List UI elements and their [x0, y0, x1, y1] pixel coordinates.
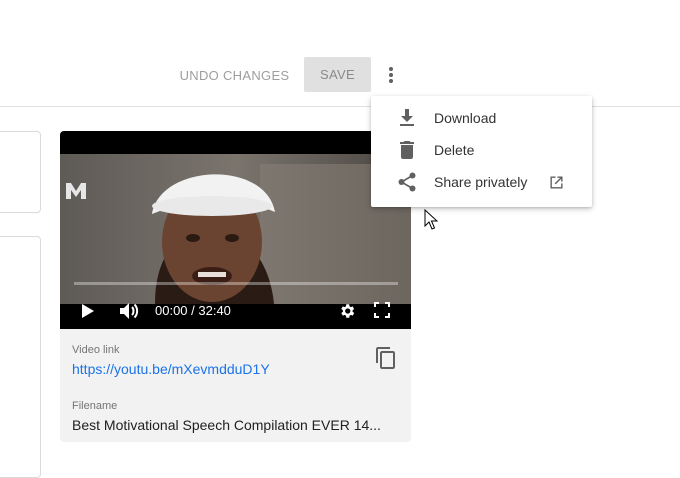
more-vert-icon [389, 67, 393, 83]
channel-logo-icon [66, 183, 86, 199]
play-button[interactable] [78, 301, 98, 321]
player-controls: 00:00 / 32:40 [60, 291, 411, 329]
video-link[interactable]: https://youtu.be/mXevmdduD1Y [72, 361, 270, 377]
left-panel-card [0, 131, 41, 213]
undo-changes-button[interactable]: UNDO CHANGES [172, 58, 297, 92]
video-player[interactable]: 00:00 / 32:40 [60, 131, 411, 329]
video-link-label: Video link [72, 344, 120, 356]
more-options-menu: Download Delete Share privately [371, 96, 592, 207]
menu-item-download[interactable]: Download [371, 102, 592, 134]
volume-icon [120, 303, 139, 319]
left-panel-card [0, 236, 41, 478]
share-icon [397, 172, 417, 192]
save-button[interactable]: SAVE [304, 57, 371, 92]
play-icon [82, 304, 94, 318]
mouse-cursor-icon [424, 209, 438, 230]
trash-icon [397, 140, 417, 160]
settings-gear-icon [341, 304, 355, 318]
video-card: 00:00 / 32:40 Video link https://youtu.b… [60, 131, 411, 442]
progress-bar[interactable] [74, 282, 398, 285]
copy-icon [376, 347, 395, 369]
time-display: 00:00 / 32:40 [155, 303, 231, 318]
filename-label: Filename [72, 400, 118, 412]
filename-value: Best Motivational Speech Compilation EVE… [72, 417, 381, 433]
fullscreen-button[interactable] [373, 301, 391, 319]
menu-item-delete[interactable]: Delete [371, 134, 592, 166]
download-icon [397, 108, 417, 128]
fullscreen-icon [374, 302, 390, 318]
menu-item-label: Download [434, 110, 497, 126]
volume-button[interactable] [118, 300, 142, 322]
settings-button[interactable] [337, 301, 357, 321]
more-options-button[interactable] [378, 62, 404, 88]
menu-item-label: Share privately [434, 174, 528, 190]
menu-item-share-privately[interactable]: Share privately [371, 166, 592, 198]
external-link-icon [550, 176, 563, 189]
menu-item-label: Delete [434, 142, 475, 158]
copy-link-button[interactable] [374, 346, 398, 370]
